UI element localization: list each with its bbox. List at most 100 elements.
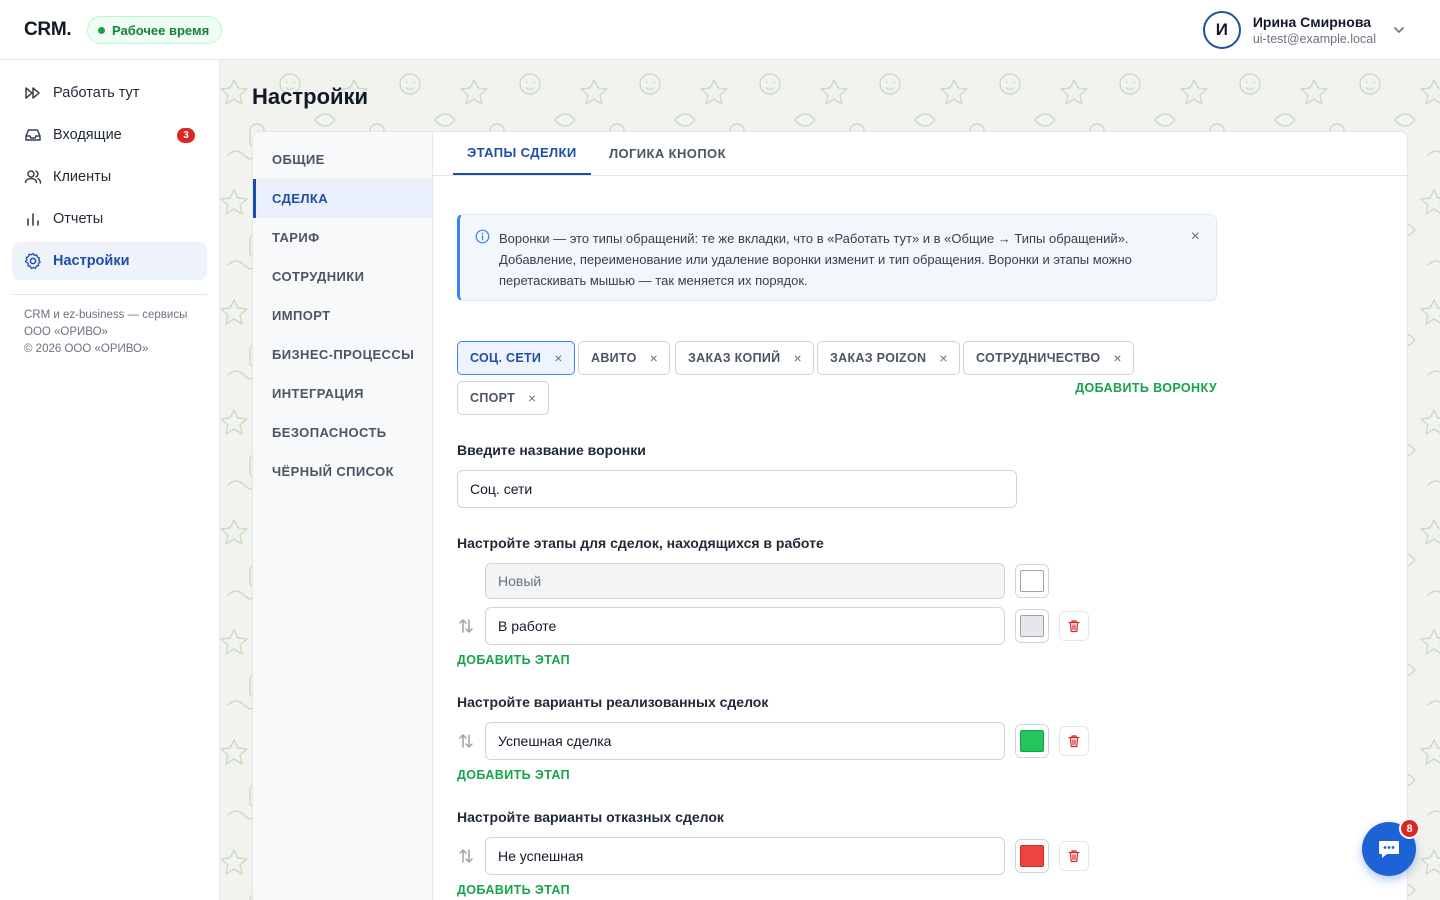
settings-nav-deal[interactable]: СДЕЛКА	[253, 179, 432, 218]
funnel-chip-label: СОТРУДНИЧЕСТВО	[976, 351, 1101, 365]
funnel-chip-label: ЗАКАЗ POIZON	[830, 351, 927, 365]
user-email: ui-test@example.local	[1252, 32, 1376, 46]
settings-card: ОБЩИЕ СДЕЛКА ТАРИФ СОТРУДНИКИ ИМПОРТ БИЗ…	[252, 131, 1408, 900]
tabs-bar: ЭТАПЫ СДЕЛКИ ЛОГИКА КНОПОК	[433, 132, 1407, 176]
add-stage-button[interactable]: ДОБАВИТЬ ЭТАП	[457, 883, 570, 897]
footer-line: ООО «ОРИВО»	[24, 326, 108, 338]
work-status-badge[interactable]: Рабочее время	[87, 16, 223, 44]
app-logo[interactable]: CRM.	[24, 19, 72, 41]
sidebar-item-label: Работать тут	[53, 85, 140, 101]
top-header: CRM. Рабочее время И Ирина Смирнова ui-t…	[0, 0, 1440, 60]
add-funnel-button[interactable]: ДОБАВИТЬ ВОРОНКУ	[1075, 381, 1217, 395]
footer-line: CRM и ez-business — сервисы	[24, 309, 188, 321]
status-dot-icon	[98, 26, 105, 34]
color-swatch	[1020, 845, 1044, 867]
avatar: И	[1202, 11, 1241, 49]
close-icon[interactable]: ×	[528, 390, 536, 406]
funnel-name-input[interactable]: Соц. сети	[457, 470, 1017, 508]
funnel-chip-label: СОЦ. СЕТИ	[470, 351, 542, 365]
funnel-chip[interactable]: СПОРТ ×	[457, 381, 549, 415]
add-stage-button[interactable]: ДОБАВИТЬ ЭТАП	[457, 653, 570, 667]
fast-forward-icon	[25, 87, 40, 99]
user-menu[interactable]: И Ирина Смирнова ui-test@example.local	[1202, 11, 1406, 49]
settings-nav-security[interactable]: БЕЗОПАСНОСТЬ	[253, 413, 432, 452]
sidebar-item-clients[interactable]: Клиенты	[12, 158, 207, 196]
color-swatch	[1020, 730, 1044, 752]
settings-nav: ОБЩИЕ СДЕЛКА ТАРИФ СОТРУДНИКИ ИМПОРТ БИЗ…	[253, 132, 433, 900]
close-icon[interactable]: ×	[1113, 350, 1121, 366]
page-title: Настройки	[252, 84, 369, 109]
sidebar-item-label: Клиенты	[53, 169, 112, 185]
stage-input[interactable]: В работе	[485, 607, 1005, 645]
close-icon[interactable]: ×	[793, 350, 801, 366]
settings-nav-tariff[interactable]: ТАРИФ	[253, 218, 432, 257]
add-stage-button[interactable]: ДОБАВИТЬ ЭТАП	[457, 768, 570, 782]
funnel-chip[interactable]: АВИТО ×	[578, 341, 671, 375]
main-content: Настройки ОБЩИЕ СДЕЛКА ТАРИФ СОТРУДНИКИ …	[220, 60, 1440, 900]
color-swatch	[1020, 570, 1044, 592]
drag-handle-icon[interactable]	[457, 617, 475, 635]
funnel-chip[interactable]: СОТРУДНИЧЕСТВО ×	[963, 341, 1134, 375]
stage-input-new: Новый	[485, 563, 1005, 599]
user-name: Ирина Смирнова	[1252, 14, 1372, 30]
funnel-chip-label: АВИТО	[591, 351, 637, 365]
trash-icon	[1068, 735, 1080, 748]
delete-stage-button[interactable]	[1059, 726, 1089, 756]
stage-color-picker[interactable]	[1015, 609, 1049, 643]
sidebar-divider	[12, 294, 207, 295]
users-icon	[24, 170, 42, 184]
stage-input[interactable]: Не успешная	[485, 837, 1005, 875]
fail-stages-label: Настройте варианты отказных сделок	[457, 809, 724, 825]
stage-color-picker[interactable]	[1015, 564, 1049, 598]
trash-icon	[1068, 850, 1080, 863]
sidebar-item-settings[interactable]: Настройки	[12, 242, 207, 280]
gear-icon	[24, 252, 41, 270]
stage-input[interactable]: Успешная сделка	[485, 722, 1005, 760]
settings-nav-business-processes[interactable]: БИЗНЕС-ПРОЦЕССЫ	[253, 335, 432, 374]
funnel-chip[interactable]: СОЦ. СЕТИ ×	[457, 341, 575, 375]
settings-nav-blacklist[interactable]: ЧЁРНЫЙ СПИСОК	[253, 452, 432, 491]
sidebar: Работать тут Входящие 3 Клиенты Отчеты Н…	[0, 60, 220, 900]
drag-handle-icon[interactable]	[457, 732, 475, 750]
chevron-down-icon[interactable]	[1392, 23, 1406, 37]
funnel-chip-label: ЗАКАЗ КОПИЙ	[688, 351, 781, 365]
settings-nav-employees[interactable]: СОТРУДНИКИ	[253, 257, 432, 296]
settings-nav-import[interactable]: ИМПОРТ	[253, 296, 432, 335]
info-alert: Воронки — это типы обращений: те же вкла…	[457, 214, 1217, 301]
sidebar-item-work[interactable]: Работать тут	[12, 74, 207, 112]
inbox-icon	[25, 129, 41, 141]
close-icon[interactable]: ×	[939, 350, 947, 366]
stage-color-picker[interactable]	[1015, 724, 1049, 758]
stage-color-picker[interactable]	[1015, 839, 1049, 873]
sidebar-item-label: Отчеты	[53, 211, 104, 227]
delete-stage-button[interactable]	[1059, 611, 1089, 641]
close-icon[interactable]: ×	[1191, 229, 1200, 245]
settings-nav-integration[interactable]: ИНТЕГРАЦИЯ	[253, 374, 432, 413]
sidebar-item-label: Входящие	[53, 127, 122, 143]
sidebar-item-inbox[interactable]: Входящие 3	[12, 116, 207, 154]
bar-chart-icon	[27, 213, 39, 226]
close-icon[interactable]: ×	[554, 350, 562, 366]
delete-stage-button[interactable]	[1059, 841, 1089, 871]
work-status-label: Рабочее время	[112, 22, 210, 38]
inbox-count-badge: 3	[177, 128, 195, 143]
funnel-chip-label: СПОРТ	[470, 391, 516, 405]
drag-handle-icon[interactable]	[457, 847, 475, 865]
trash-icon	[1068, 620, 1080, 633]
funnel-name-label: Введите название воронки	[457, 442, 646, 458]
in-work-stages-label: Настройте этапы для сделок, находящихся …	[457, 535, 824, 551]
chat-unread-badge: 8	[1399, 818, 1420, 839]
funnel-chip[interactable]: ЗАКАЗ КОПИЙ ×	[675, 341, 814, 375]
sidebar-footer: CRM и ez-business — сервисы ООО «ОРИВО» …	[12, 307, 207, 358]
tab-button-logic[interactable]: ЛОГИКА КНОПОК	[595, 132, 740, 175]
close-icon[interactable]: ×	[650, 350, 658, 366]
info-text: Воронки — это типы обращений: те же вкла…	[499, 231, 1132, 288]
info-icon	[475, 229, 490, 244]
settings-nav-general[interactable]: ОБЩИЕ	[253, 140, 432, 179]
sidebar-item-label: Настройки	[53, 253, 130, 269]
color-swatch	[1020, 615, 1044, 637]
sidebar-item-reports[interactable]: Отчеты	[12, 200, 207, 238]
chat-icon	[1379, 841, 1399, 858]
funnel-chip[interactable]: ЗАКАЗ POIZON ×	[817, 341, 960, 375]
tab-deal-stages[interactable]: ЭТАПЫ СДЕЛКИ	[453, 132, 591, 175]
